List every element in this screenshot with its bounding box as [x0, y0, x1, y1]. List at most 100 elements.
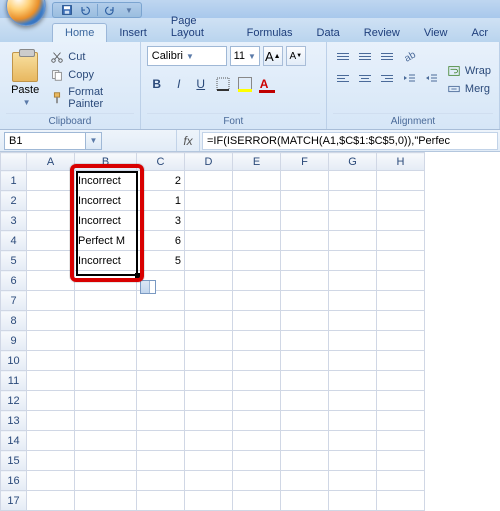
colhead-A[interactable]: A [27, 153, 75, 171]
colhead-D[interactable]: D [185, 153, 233, 171]
undo-icon[interactable] [79, 4, 91, 16]
align-left-button[interactable] [333, 68, 353, 88]
cell-C3[interactable]: 3 [137, 211, 185, 231]
grow-font-button[interactable]: A▲ [263, 46, 283, 66]
paste-button[interactable]: Paste ▼ [6, 46, 44, 113]
rowhead-14[interactable]: 14 [1, 431, 27, 451]
save-icon[interactable] [61, 4, 73, 16]
colhead-E[interactable]: E [233, 153, 281, 171]
rowhead-10[interactable]: 10 [1, 351, 27, 371]
colhead-G[interactable]: G [329, 153, 377, 171]
paste-dropdown-icon[interactable]: ▼ [23, 98, 31, 107]
cell-F1[interactable] [281, 171, 329, 191]
align-center-button[interactable] [355, 68, 375, 88]
rowhead-16[interactable]: 16 [1, 471, 27, 491]
wrap-label: Wrap [465, 65, 491, 77]
font-group-label: Font [147, 113, 320, 127]
tab-data[interactable]: Data [305, 24, 352, 42]
colhead-F[interactable]: F [281, 153, 329, 171]
colhead-H[interactable]: H [377, 153, 425, 171]
font-name-combo[interactable]: Calibri▼ [147, 46, 227, 66]
name-box[interactable]: B1 [4, 132, 86, 150]
align-right-button[interactable] [377, 68, 397, 88]
colhead-C[interactable]: C [137, 153, 185, 171]
merge-center-button[interactable]: Merg [445, 81, 493, 97]
bold-button[interactable]: B [147, 74, 167, 94]
cell-C5[interactable]: 5 [137, 251, 185, 271]
fill-handle[interactable] [135, 273, 141, 279]
cell-C2[interactable]: 1 [137, 191, 185, 211]
cell-A3[interactable] [27, 211, 75, 231]
cell-A5[interactable] [27, 251, 75, 271]
rowhead-17[interactable]: 17 [1, 491, 27, 511]
shrink-font-button[interactable]: A▼ [286, 46, 306, 66]
cell-B4[interactable]: Perfect M [75, 231, 137, 251]
tab-home[interactable]: Home [52, 23, 107, 42]
worksheet[interactable]: A B C D E F G H 1Incorrect2 2Incorrect1 … [0, 152, 500, 511]
redo-icon[interactable] [104, 4, 116, 16]
cell-A1[interactable] [27, 171, 75, 191]
rowhead-2[interactable]: 2 [1, 191, 27, 211]
format-painter-button[interactable]: Format Painter [48, 85, 133, 111]
qat-dropdown-icon[interactable]: ▼ [125, 6, 133, 15]
align-bottom-button[interactable] [377, 46, 397, 66]
name-box-dropdown[interactable]: ▼ [86, 132, 102, 150]
select-all-corner[interactable] [1, 153, 27, 171]
orientation-button[interactable]: ab [399, 46, 419, 66]
tab-insert[interactable]: Insert [107, 24, 159, 42]
formula-input[interactable]: =IF(ISERROR(MATCH(A1,$C$1:$C$5,0)),"Perf… [202, 132, 498, 150]
colhead-B[interactable]: B [75, 153, 137, 171]
paste-icon [12, 52, 38, 82]
font-color-button[interactable]: A [257, 74, 277, 94]
increase-indent-button[interactable] [421, 68, 441, 88]
cut-button[interactable]: Cut [48, 49, 133, 65]
cell-A2[interactable] [27, 191, 75, 211]
fx-icon[interactable]: fx [176, 130, 200, 151]
tab-formulas[interactable]: Formulas [235, 24, 305, 42]
rowhead-4[interactable]: 4 [1, 231, 27, 251]
autofill-options-button[interactable] [140, 280, 156, 294]
underline-button[interactable]: U [191, 74, 211, 94]
rowhead-9[interactable]: 9 [1, 331, 27, 351]
ribbon: Paste ▼ Cut Copy Format Painter Clipboar… [0, 42, 500, 130]
cell-E1[interactable] [233, 171, 281, 191]
font-size-combo[interactable]: 11▼ [230, 46, 260, 66]
align-top-button[interactable] [333, 46, 353, 66]
office-button[interactable] [6, 0, 46, 26]
rowhead-11[interactable]: 11 [1, 371, 27, 391]
fill-color-button[interactable] [235, 74, 255, 94]
rowhead-8[interactable]: 8 [1, 311, 27, 331]
cell-D1[interactable] [185, 171, 233, 191]
wrap-text-button[interactable]: Wrap [445, 63, 493, 79]
rowhead-12[interactable]: 12 [1, 391, 27, 411]
cell-B1[interactable]: Incorrect [75, 171, 137, 191]
rowhead-6[interactable]: 6 [1, 271, 27, 291]
chevron-down-icon: ▼ [248, 52, 256, 61]
rowhead-3[interactable]: 3 [1, 211, 27, 231]
decrease-indent-button[interactable] [399, 68, 419, 88]
tab-review[interactable]: Review [352, 24, 412, 42]
cell-C4[interactable]: 6 [137, 231, 185, 251]
tab-page-layout[interactable]: Page Layout [159, 12, 235, 42]
cell-A4[interactable] [27, 231, 75, 251]
rowhead-15[interactable]: 15 [1, 451, 27, 471]
rowhead-13[interactable]: 13 [1, 411, 27, 431]
align-middle-button[interactable] [355, 46, 375, 66]
copy-button[interactable]: Copy [48, 67, 133, 83]
group-clipboard: Paste ▼ Cut Copy Format Painter Clipboar… [0, 42, 141, 129]
tab-acrobat[interactable]: Acr [460, 24, 500, 42]
cell-H1[interactable] [377, 171, 425, 191]
cell-B3[interactable]: Incorrect [75, 211, 137, 231]
cell-G1[interactable] [329, 171, 377, 191]
border-button[interactable] [213, 74, 233, 94]
rowhead-7[interactable]: 7 [1, 291, 27, 311]
cell-B2[interactable]: Incorrect [75, 191, 137, 211]
quick-access-toolbar: ▼ [52, 2, 142, 18]
tab-view[interactable]: View [412, 24, 460, 42]
rowhead-1[interactable]: 1 [1, 171, 27, 191]
cell-grid[interactable]: A B C D E F G H 1Incorrect2 2Incorrect1 … [0, 152, 425, 511]
cell-C1[interactable]: 2 [137, 171, 185, 191]
italic-button[interactable]: I [169, 74, 189, 94]
cell-B5[interactable]: Incorrect [75, 251, 137, 271]
rowhead-5[interactable]: 5 [1, 251, 27, 271]
